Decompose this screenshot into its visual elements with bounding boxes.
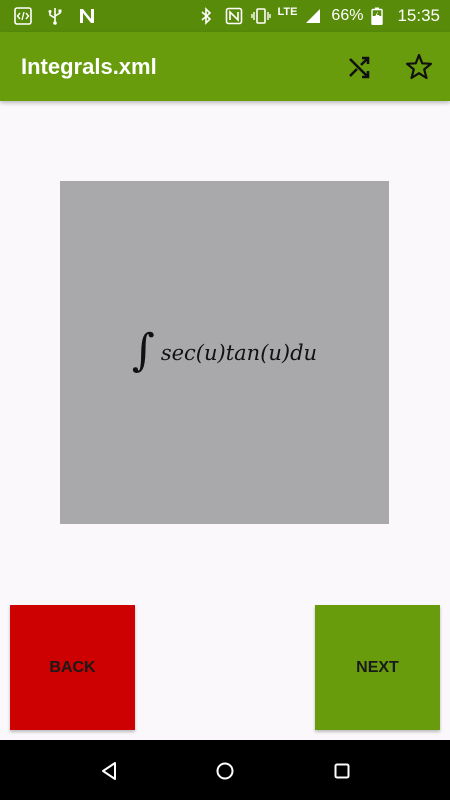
integral-expression: sec(u)tan(u)du [160, 340, 318, 365]
usb-icon [46, 7, 64, 25]
recents-square-icon[interactable] [330, 759, 354, 783]
code-icon [14, 7, 32, 25]
navigation-bar [0, 740, 450, 800]
star-icon[interactable] [404, 52, 434, 82]
nfc-icon [225, 7, 243, 25]
integral-card[interactable]: ∫ sec(u)tan(u)du [60, 181, 389, 524]
app-bar: Integrals.xml [0, 32, 450, 101]
integral-formula: ∫ sec(u)tan(u)du [60, 181, 389, 524]
status-right-icons: LTE 66% 15:35 [199, 4, 440, 28]
back-button[interactable]: BACK [10, 605, 135, 730]
n-app-icon [78, 7, 96, 25]
status-time: 15:35 [397, 6, 440, 25]
next-button[interactable]: NEXT [315, 605, 440, 730]
bluetooth-icon [199, 7, 217, 25]
shuffle-icon[interactable] [345, 52, 375, 82]
network-type: LTE [277, 6, 298, 18]
status-left-icons [14, 7, 96, 25]
vibrate-icon [251, 7, 272, 25]
status-bar: LTE 66% 15:35 [0, 0, 450, 32]
battery-icon [371, 7, 389, 26]
home-circle-icon[interactable] [213, 759, 237, 783]
battery-percent: 66% [331, 7, 364, 24]
integral-symbol: ∫ [131, 324, 155, 376]
signal-icon [305, 7, 323, 25]
back-triangle-icon[interactable] [98, 759, 122, 783]
app-title: Integrals.xml [21, 54, 157, 79]
